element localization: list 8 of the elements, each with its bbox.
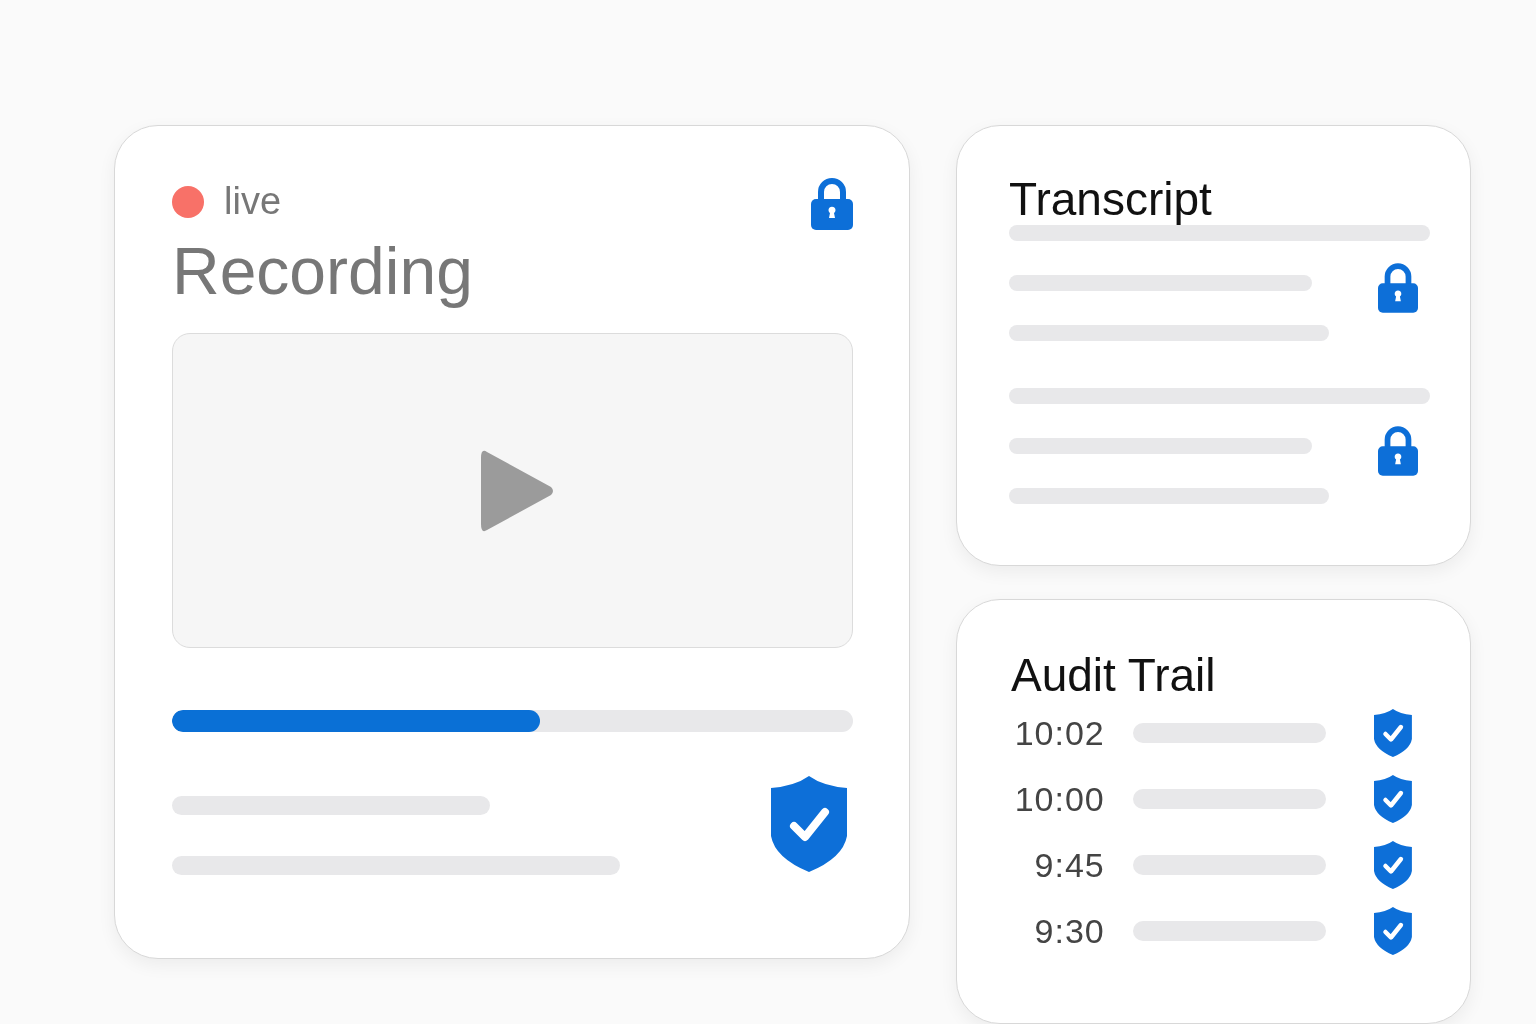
entry-time: 9:30 [1033,911,1105,951]
entry-time: 9:45 [1033,845,1105,885]
status-label: live [224,180,282,223]
audit-trail-title: Audit Trail [1011,649,1217,701]
entry-time: 10:00 [1013,779,1105,819]
recording-title: Recording [172,233,474,310]
transcript-title: Transcript [1009,174,1213,225]
entry-time: 10:02 [1013,713,1105,753]
